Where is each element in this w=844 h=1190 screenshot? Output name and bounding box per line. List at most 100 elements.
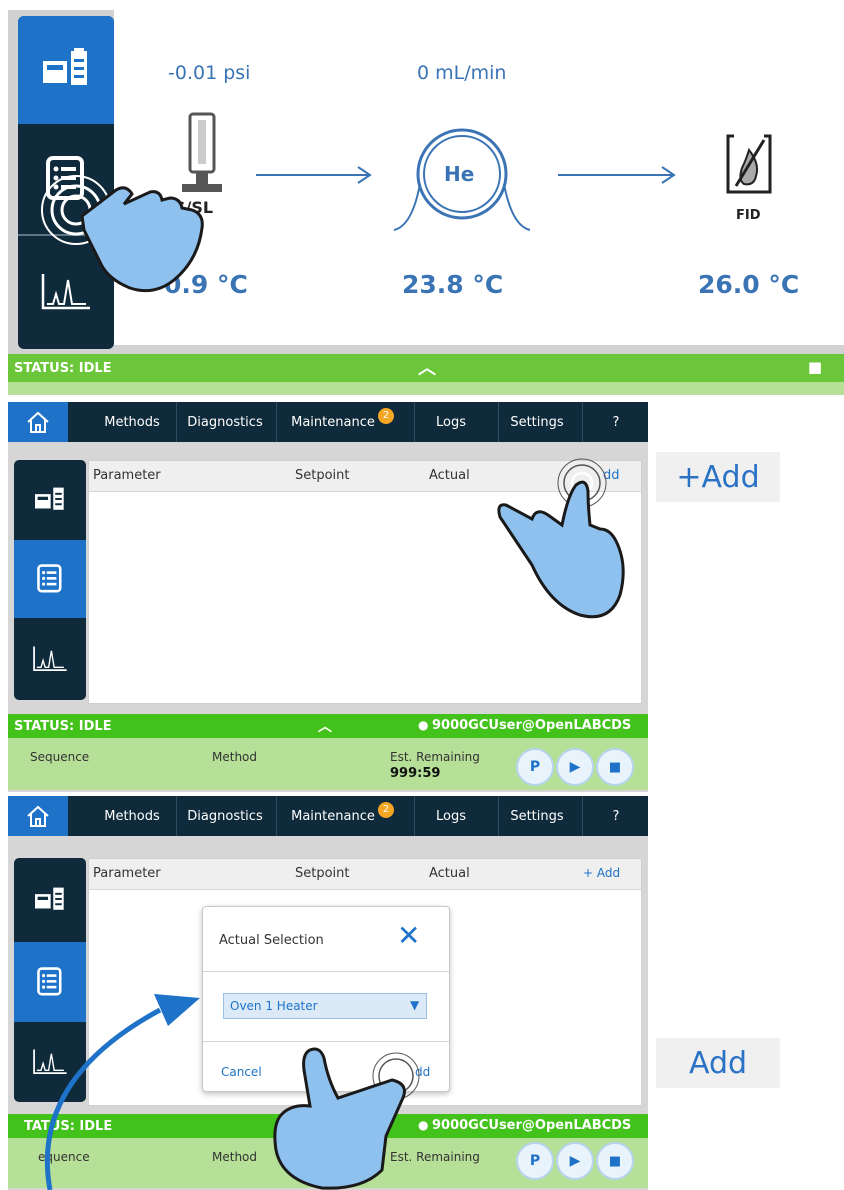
- flow-readout: 0 mL/min: [417, 62, 507, 84]
- user-icon[interactable]: ■: [808, 358, 822, 376]
- sidebar-item-chromatogram[interactable]: [14, 618, 86, 700]
- list-icon: [37, 564, 62, 593]
- instrument-icon: [35, 887, 64, 910]
- nav-help[interactable]: ?: [594, 796, 638, 836]
- column-gas-label: He: [444, 162, 475, 186]
- close-icon[interactable]: ✕: [397, 919, 420, 952]
- stop-button[interactable]: ■: [596, 748, 634, 786]
- detector-label: FID: [736, 208, 761, 223]
- status-text: STATUS: IDLE: [14, 718, 112, 734]
- cancel-button[interactable]: Cancel: [221, 1065, 262, 1079]
- actual-select[interactable]: Oven 1 Heater ▼: [223, 993, 427, 1019]
- prep-run-icon: P: [529, 1153, 541, 1169]
- home-icon: [27, 411, 49, 433]
- nav-separator: [414, 402, 415, 442]
- start-button[interactable]: ▶: [556, 748, 594, 786]
- maintenance-badge: 2: [378, 408, 394, 424]
- curved-arrow-icon: [44, 994, 200, 1190]
- status-bar: STATUS: IDLE ︿ ● 9000GCUser@OpenLABCDS: [8, 714, 648, 738]
- top-nav: Methods Diagnostics Maintenance 2 Logs S…: [8, 796, 648, 836]
- column-header-setpoint: Setpoint: [295, 468, 350, 483]
- nav-separator: [582, 402, 583, 442]
- nav-methods[interactable]: Methods: [92, 402, 172, 442]
- flow-arrow: [256, 166, 372, 184]
- prep-run-button[interactable]: P: [516, 748, 554, 786]
- nav-separator: [276, 402, 277, 442]
- status-bar: STATUS: IDLE ︿ ■: [8, 354, 844, 382]
- nav-home[interactable]: [8, 796, 68, 836]
- nav-separator: [176, 402, 177, 442]
- nav-separator: [176, 796, 177, 836]
- dialog-divider: [203, 971, 449, 972]
- column-header-parameter: Parameter: [93, 866, 161, 881]
- nav-separator: [498, 796, 499, 836]
- nav-logs[interactable]: Logs: [416, 796, 486, 836]
- sidebar: [14, 460, 86, 700]
- run-info-bar: Sequence Method Est. Remaining 999:59 P …: [8, 738, 648, 790]
- flow-arrow: [558, 166, 676, 184]
- instrument-icon: [43, 48, 87, 85]
- nav-settings[interactable]: Settings: [502, 796, 572, 836]
- home-icon: [27, 805, 49, 827]
- nav-separator: [582, 796, 583, 836]
- nav-separator: [498, 402, 499, 442]
- user-name: 9000GCUser@OpenLABCDS: [432, 718, 632, 733]
- detector-icon: [726, 134, 772, 194]
- nav-diagnostics[interactable]: Diagnostics: [180, 796, 270, 836]
- play-icon: ▶: [569, 759, 581, 775]
- sidebar-item-method[interactable]: [14, 540, 86, 618]
- chevron-up-icon[interactable]: ︿: [318, 716, 332, 736]
- nav-maintenance[interactable]: Maintenance: [284, 402, 382, 442]
- nav-separator: [276, 796, 277, 836]
- chromatogram-icon: [33, 646, 67, 671]
- nav-diagnostics[interactable]: Diagnostics: [180, 402, 270, 442]
- play-icon: ▶: [569, 1153, 581, 1169]
- add-callout: +Add: [656, 452, 780, 502]
- est-remaining-value: 999:59: [390, 766, 441, 781]
- user-icon: ●: [418, 718, 429, 732]
- stop-icon: ■: [608, 1153, 622, 1169]
- pressure-readout: -0.01 psi: [168, 62, 251, 84]
- sidebar-item-instrument[interactable]: [14, 858, 86, 942]
- method-label: Method: [212, 750, 258, 764]
- maintenance-badge: 2: [378, 802, 394, 818]
- detector-temperature: 26.0 °C: [698, 270, 800, 299]
- nav-help[interactable]: ?: [594, 402, 638, 442]
- nav-home[interactable]: [8, 402, 68, 442]
- prep-run-button[interactable]: P: [516, 1142, 554, 1180]
- chevron-up-icon[interactable]: ︿: [418, 354, 436, 380]
- nav-maintenance[interactable]: Maintenance: [284, 796, 382, 836]
- instrument-icon: [35, 487, 64, 510]
- add-button[interactable]: + Add: [583, 866, 620, 880]
- oven-temperature: 23.8 °C: [402, 270, 504, 299]
- status-text: STATUS: IDLE: [14, 360, 112, 376]
- hand-pointer-icon: [41, 175, 204, 293]
- hand-pointer-icon: [273, 1047, 420, 1190]
- hand-pointer-icon: [497, 458, 625, 619]
- flow-diagram: -0.01 psi 0 mL/min S/SL He FID 0.9 °C 23…: [114, 10, 844, 345]
- table-header: Parameter Setpoint Actual + Add: [89, 859, 641, 890]
- stop-icon: ■: [608, 759, 622, 775]
- column-header-actual: Actual: [429, 468, 470, 483]
- column-header-actual: Actual: [429, 866, 470, 881]
- sidebar-item-instrument[interactable]: [18, 16, 114, 124]
- column-header-setpoint: Setpoint: [295, 866, 350, 881]
- prep-run-icon: P: [529, 759, 541, 775]
- actual-select-value: Oven 1 Heater: [230, 999, 318, 1013]
- est-remaining-label: Est. Remaining: [390, 750, 480, 764]
- nav-methods[interactable]: Methods: [92, 796, 172, 836]
- chevron-down-icon: ▼: [410, 998, 420, 1012]
- dialog-title: Actual Selection: [219, 933, 324, 948]
- nav-logs[interactable]: Logs: [416, 402, 486, 442]
- sequence-label: Sequence: [30, 750, 90, 764]
- add-callout: Add: [656, 1038, 780, 1088]
- nav-settings[interactable]: Settings: [502, 402, 572, 442]
- column-header-parameter: Parameter: [93, 468, 161, 483]
- nav-separator: [414, 796, 415, 836]
- status-bar-bottom: [8, 382, 844, 395]
- start-button[interactable]: ▶: [556, 1142, 594, 1180]
- stop-button[interactable]: ■: [596, 1142, 634, 1180]
- top-nav: Methods Diagnostics Maintenance 2 Logs S…: [8, 402, 648, 442]
- user-name: 9000GCUser@OpenLABCDS: [432, 1118, 632, 1133]
- sidebar-item-instrument[interactable]: [14, 460, 86, 540]
